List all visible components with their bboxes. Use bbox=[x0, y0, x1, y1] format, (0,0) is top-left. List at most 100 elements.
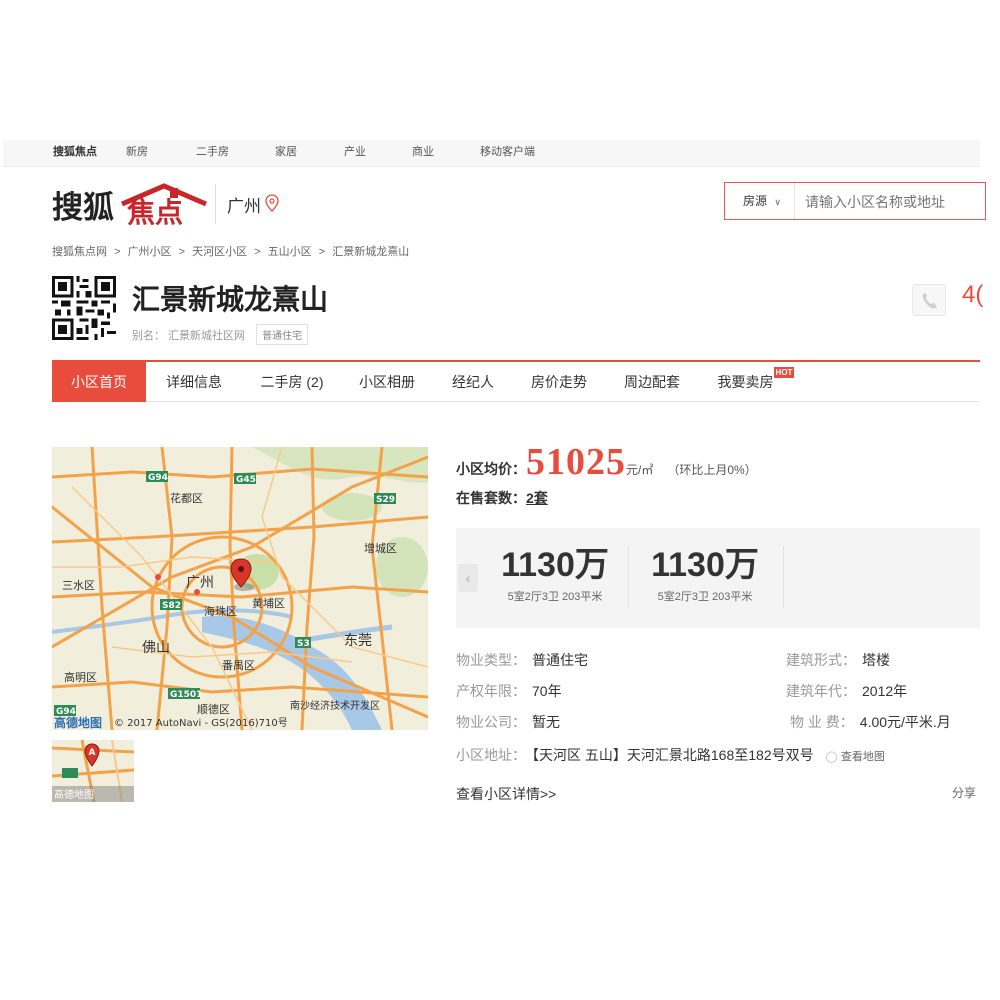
map-thumbnail-graphic: A 高德地图 bbox=[52, 740, 134, 802]
location-pin-icon[interactable] bbox=[265, 194, 279, 212]
carousel-prev-button[interactable]: ‹ bbox=[458, 564, 478, 592]
info-label: 产权年限： bbox=[456, 683, 526, 699]
avg-price-value: 51025 bbox=[526, 441, 626, 483]
price-change: （环比上月0%） bbox=[667, 463, 757, 477]
listing-card[interactable]: 1130万 5室2厅3卫 203平米 bbox=[480, 542, 630, 612]
property-type-tag: 普通住宅 bbox=[256, 324, 309, 345]
info-value: 70年 bbox=[532, 683, 562, 699]
tab-sell-house-label: 我要卖房 bbox=[717, 374, 774, 390]
sale-count-label: 在售套数： bbox=[456, 490, 526, 506]
top-nav-mobile-client[interactable]: 移动客户端 bbox=[480, 143, 535, 159]
phone-number-partial: 4( bbox=[962, 281, 984, 308]
search-input[interactable] bbox=[797, 183, 987, 221]
share-button[interactable]: 分享 bbox=[952, 784, 976, 801]
hot-badge: HOT bbox=[773, 367, 795, 378]
avg-price-unit: 元/㎡ bbox=[626, 463, 654, 477]
tab-album[interactable]: 小区相册 bbox=[344, 362, 430, 402]
header: 搜狐 焦点 广州 房源 ∨ bbox=[0, 168, 1000, 238]
info-value: 普通住宅 bbox=[532, 652, 588, 668]
info-label: 建筑形式： bbox=[786, 652, 856, 668]
map-thumbnail[interactable]: A 高德地图 bbox=[52, 740, 134, 802]
info-label: 小区地址： bbox=[456, 747, 526, 763]
search-type-select[interactable]: 房源 ∨ bbox=[725, 183, 795, 219]
map-label: 番禺区 bbox=[222, 659, 255, 672]
search-box: 房源 ∨ bbox=[724, 182, 987, 221]
road-badge: S82 bbox=[162, 601, 181, 611]
alias-label: 别名： bbox=[132, 330, 165, 342]
listing-desc: 5室2厅3卫 203平米 bbox=[507, 591, 603, 603]
tab-bar: 小区首页 详细信息 二手房 (2) 小区相册 经纪人 房价走势 周边配套 我要卖… bbox=[52, 360, 980, 402]
map-label: 增城区 bbox=[364, 541, 397, 555]
view-map-link[interactable]: ◯ 查看地图 bbox=[826, 751, 885, 763]
logo[interactable]: 搜狐 焦点 bbox=[52, 182, 212, 229]
top-nav-home[interactable]: 搜狐焦点 bbox=[53, 143, 97, 159]
map-label: 佛山 bbox=[142, 640, 170, 656]
tab-second-hand[interactable]: 二手房 (2) bbox=[244, 362, 340, 402]
info-value: 暂无 bbox=[532, 714, 560, 730]
top-nav-home-decor[interactable]: 家居 bbox=[275, 143, 297, 159]
listing-price: 1130万 bbox=[501, 546, 609, 584]
info-property-company: 物业公司： 暂无 bbox=[456, 712, 560, 732]
price-row: 小区均价：51025元/㎡ （环比上月0%） bbox=[456, 440, 986, 484]
listing-card[interactable]: 1130万 5室2厅3卫 203平米 bbox=[630, 542, 780, 612]
tab-agents[interactable]: 经纪人 bbox=[432, 362, 514, 402]
view-details-link[interactable]: 查看小区详情>> bbox=[456, 784, 556, 804]
breadcrumb-item[interactable]: 天河区小区 bbox=[192, 246, 247, 258]
top-nav-commerce[interactable]: 商业 bbox=[412, 143, 434, 159]
top-nav-second-hand[interactable]: 二手房 bbox=[196, 143, 229, 159]
road-badge: S29 bbox=[376, 495, 395, 505]
tab-sell-house[interactable]: 我要卖房HOT bbox=[708, 362, 804, 402]
map-graphic: 花都区 增城区 三水区 广州 黄埔区 海珠区 佛山 东莞 番禺区 高明区 顺德区… bbox=[52, 447, 428, 730]
top-nav-industry[interactable]: 产业 bbox=[344, 143, 366, 159]
city-name[interactable]: 广州 bbox=[227, 192, 261, 217]
breadcrumb-current: 汇景新城龙熹山 bbox=[332, 246, 410, 258]
breadcrumb-item[interactable]: 搜狐焦点网 bbox=[52, 246, 107, 258]
info-label: 物业公司： bbox=[456, 714, 526, 730]
tab-details[interactable]: 详细信息 bbox=[152, 362, 236, 402]
info-build-year: 建筑年代： 2012年 bbox=[786, 681, 907, 701]
road-badge: G45 bbox=[236, 475, 256, 485]
map-label: 海珠区 bbox=[204, 604, 237, 618]
breadcrumb-separator: > bbox=[114, 246, 121, 258]
breadcrumb-separator: > bbox=[318, 246, 326, 258]
tab-home[interactable]: 小区首页 bbox=[52, 362, 146, 402]
sale-count-link[interactable]: 2套 bbox=[526, 490, 548, 506]
listing-desc: 5室2厅3卫 203平米 bbox=[657, 591, 753, 603]
community-header: 汇景新城龙熹山 别名： 汇景新城社区网 普通住宅 4( bbox=[52, 276, 992, 346]
svg-text:搜狐: 搜狐 bbox=[52, 190, 114, 226]
info-property-type: 物业类型： 普通住宅 bbox=[456, 650, 588, 670]
phone-icon[interactable] bbox=[912, 284, 946, 316]
map-label: 三水区 bbox=[62, 579, 95, 592]
location-pin-icon: ◯ bbox=[825, 751, 838, 763]
breadcrumb-separator: > bbox=[254, 246, 261, 258]
breadcrumb-separator: > bbox=[178, 246, 186, 258]
map-label: 高明区 bbox=[64, 670, 97, 684]
map-thumbnail-brand: 高德地图 bbox=[54, 788, 94, 801]
road-badge: G1501 bbox=[170, 690, 202, 700]
sale-count-row: 在售套数：2套 bbox=[456, 488, 548, 508]
info-value: 【天河区 五山】天河汇景北路168至182号双号 bbox=[532, 747, 814, 763]
breadcrumb-item[interactable]: 五山小区 bbox=[268, 246, 312, 258]
breadcrumb-item[interactable]: 广州小区 bbox=[128, 246, 172, 258]
tab-price-trend[interactable]: 房价走势 bbox=[518, 362, 600, 402]
page-title: 汇景新城龙熹山 bbox=[132, 284, 329, 315]
top-nav: 搜狐焦点 新房 二手房 家居 产业 商业 移动客户端 bbox=[3, 140, 980, 167]
svg-text:焦点: 焦点 bbox=[127, 196, 183, 228]
map[interactable]: 花都区 增城区 三水区 广州 黄埔区 海珠区 佛山 东莞 番禺区 高明区 顺德区… bbox=[52, 447, 428, 730]
road-badge: S3 bbox=[297, 639, 310, 649]
logo-graphic: 搜狐 焦点 bbox=[52, 183, 207, 229]
info-label: 建筑年代： bbox=[786, 683, 856, 699]
map-copyright: © 2017 AutoNavi - GS(2016)710号 bbox=[114, 717, 288, 729]
avg-price-label: 小区均价： bbox=[456, 461, 526, 477]
tab-surroundings[interactable]: 周边配套 bbox=[610, 362, 694, 402]
phone-glyph bbox=[922, 293, 937, 309]
map-label: 花都区 bbox=[170, 492, 203, 505]
info-value: 4.00元/平米.月 bbox=[859, 714, 951, 730]
info-value: 2012年 bbox=[862, 683, 908, 699]
map-brand: 高德地图 bbox=[54, 715, 102, 730]
listing-price: 1130万 bbox=[651, 546, 759, 584]
top-nav-new-house[interactable]: 新房 bbox=[126, 143, 148, 159]
map-label: 广州 bbox=[186, 575, 214, 591]
search-type-label: 房源 bbox=[743, 194, 768, 208]
info-property-fee: 物 业 费： 4.00元/平米.月 bbox=[790, 712, 951, 732]
